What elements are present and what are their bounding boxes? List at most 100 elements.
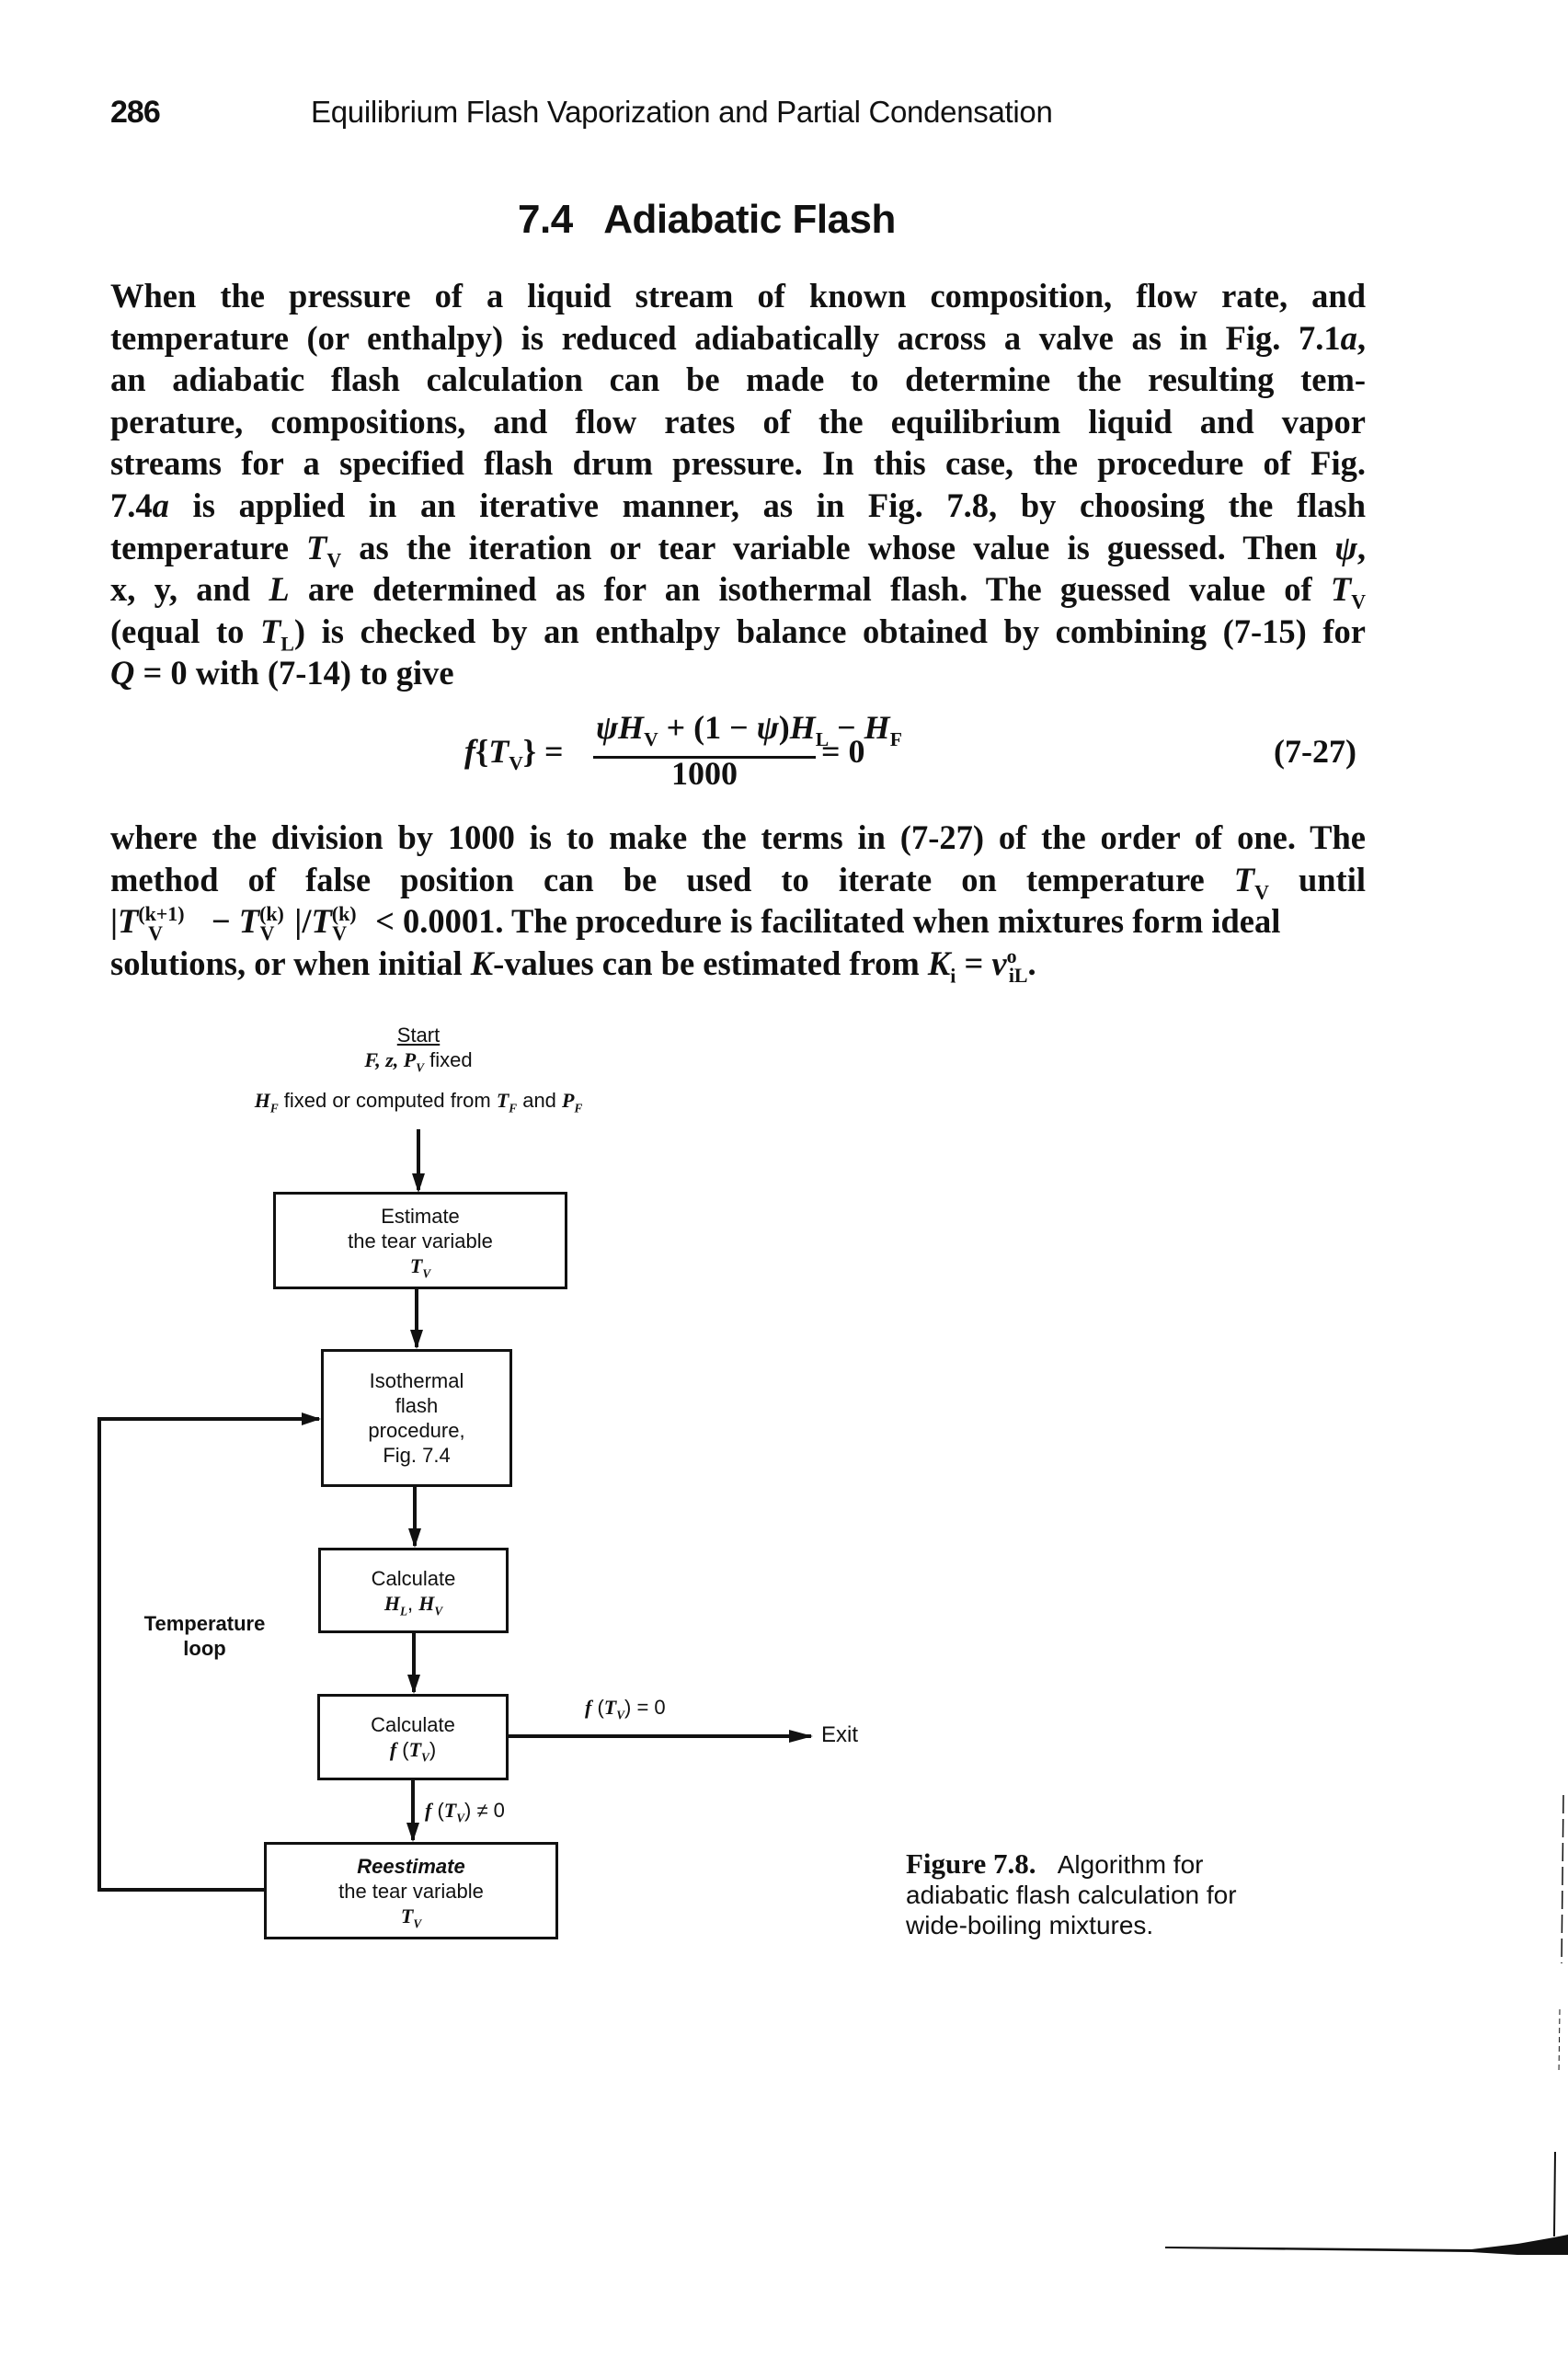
math-var: H [789, 709, 816, 746]
text-line: temperature TV as the iteration or tear … [110, 527, 1366, 571]
paragraph-2: where the division by 1000 is to make th… [110, 817, 1366, 986]
math-var: T [118, 902, 139, 941]
start-label: Start [396, 1024, 441, 1047]
text-run: an adiabatic flash calculation can be ma… [110, 360, 1366, 399]
arrowhead [407, 1675, 420, 1694]
arrowhead [410, 1330, 423, 1349]
node-text: Fig. 7.4 [383, 1444, 451, 1467]
math-var: H [618, 709, 645, 746]
node-var: TV [401, 1904, 422, 1930]
math-var: T [1330, 570, 1352, 609]
math-var: H [418, 1591, 435, 1615]
node-text: Reestimate [357, 1854, 465, 1878]
math-op: | [110, 902, 119, 941]
arrowhead [412, 1173, 425, 1193]
math-op: ) [778, 709, 790, 746]
math-var: ψ [596, 709, 619, 746]
math-var: H [254, 1089, 270, 1112]
math-subscript: V [326, 547, 342, 571]
math-op: − [202, 902, 239, 941]
math-subscript: V [644, 728, 658, 751]
arrowhead [302, 1413, 321, 1425]
text-run: , [1356, 528, 1366, 566]
text-line: |T(k+1)V − T(k)V |/T(k)V < 0.0001. The pr… [110, 900, 1366, 945]
caption-body: adiabatic flash calculation for wide-boi… [906, 1880, 1384, 1940]
node-isothermal-flash: Isothermal flash procedure, Fig. 7.4 [321, 1349, 512, 1487]
node-text: the tear variable [348, 1229, 493, 1252]
math-var: a [1340, 318, 1357, 357]
text-line: where the division by 1000 is to make th… [110, 817, 1366, 859]
math-var: T [1233, 860, 1255, 898]
section-title: 7.4 Adiabatic Flash [518, 197, 896, 242]
math-var: ψ [756, 709, 779, 746]
node-text: flash [395, 1394, 439, 1417]
text-run: temperature (or enthalpy) is reduced adi… [110, 318, 1341, 357]
node-text: Isothermal [369, 1369, 464, 1392]
text-run: where the division by 1000 is to make th… [110, 818, 1366, 856]
label-text: loop [183, 1637, 226, 1660]
page-number: 286 [110, 95, 161, 130]
math-var: P [562, 1089, 575, 1112]
math-subscript: V [421, 1750, 429, 1765]
math-var: f [425, 1799, 432, 1822]
paragraph-1: When the pressure of a liquid stream of … [110, 275, 1366, 694]
text-run: x, y, and [110, 570, 269, 609]
math-var: K [470, 944, 494, 982]
text-line: perature, compositions, and flow rates o… [110, 401, 1366, 443]
math-subscript: L [399, 1603, 408, 1618]
caption-text: wide-boiling mixtures. [906, 1911, 1154, 1939]
caption-text: Algorithm for [1057, 1850, 1204, 1879]
node-calculate-f: Calculate f (TV) [317, 1694, 509, 1780]
text-run: 7.4 [110, 486, 153, 524]
text-line: an adiabatic flash calculation can be ma… [110, 359, 1366, 401]
math-var: ψ [1334, 528, 1357, 566]
math-op: |/ [294, 902, 312, 941]
scan-artifact-line [1558, 2008, 1561, 2075]
math-var: T [259, 612, 281, 650]
node-var: f (TV) [389, 1738, 437, 1765]
math-subscript: V [616, 1708, 625, 1722]
exit-label: Exit [821, 1722, 859, 1747]
text-line: x, y, and L are determined as for an iso… [110, 568, 1366, 613]
math-subscript: V [148, 921, 163, 945]
text-line: temperature (or enthalpy) is reduced adi… [110, 317, 1366, 360]
text-run: (equal to [110, 612, 260, 650]
node-var: TV [409, 1253, 430, 1279]
text-run: solutions, or when initial [110, 944, 471, 982]
arrowhead [408, 1528, 421, 1548]
math-var: f [464, 733, 475, 770]
node-reestimate-tear-variable: Reestimate the tear variable TV [264, 1842, 558, 1939]
text-run: < 0.0001. The procedure is facilitated w… [366, 902, 1281, 941]
math-subscript: F [509, 1101, 518, 1115]
math-var: T [496, 1089, 509, 1112]
math-var: T [311, 902, 332, 941]
math-subscript: F [889, 728, 902, 751]
text-run: . [1027, 944, 1036, 982]
math-var: K [927, 944, 951, 982]
math-subscript: V [1351, 589, 1366, 613]
text-run: method of false position can be used to … [110, 860, 1234, 898]
text-run: ) is checked by an enthalpy balance obta… [293, 612, 1367, 650]
equation-lhs: f{TV} = [464, 733, 564, 775]
equation-denominator: 1000 [671, 755, 738, 792]
text-line: solutions, or when initial K-values can … [110, 943, 1366, 986]
text-run: are determined as for an isothermal flas… [289, 570, 1331, 609]
math-var: T [409, 1253, 423, 1277]
equation-rhs: = 0 [821, 733, 865, 770]
caption-text: adiabatic flash calculation for [906, 1881, 1237, 1909]
math-var: L [269, 570, 290, 609]
text-line: When the pressure of a liquid stream of … [110, 275, 1366, 317]
math-subscript: V [456, 1811, 465, 1825]
math-var: T [306, 528, 327, 566]
math-subscript: L [280, 632, 294, 656]
math-subscript: V [413, 1916, 422, 1930]
text-run: until [1268, 860, 1366, 898]
math-var: T [488, 733, 509, 770]
math-subscript: V [416, 1060, 425, 1075]
math-op: = [956, 944, 992, 982]
text-run: temperature [110, 528, 307, 566]
start-feed-enthalpy: HF fixed or computed from TF and PF [212, 1088, 625, 1115]
text-run: = 0 [631, 1696, 666, 1719]
math-var: f [585, 1696, 592, 1719]
node-text: procedure, [368, 1419, 465, 1442]
